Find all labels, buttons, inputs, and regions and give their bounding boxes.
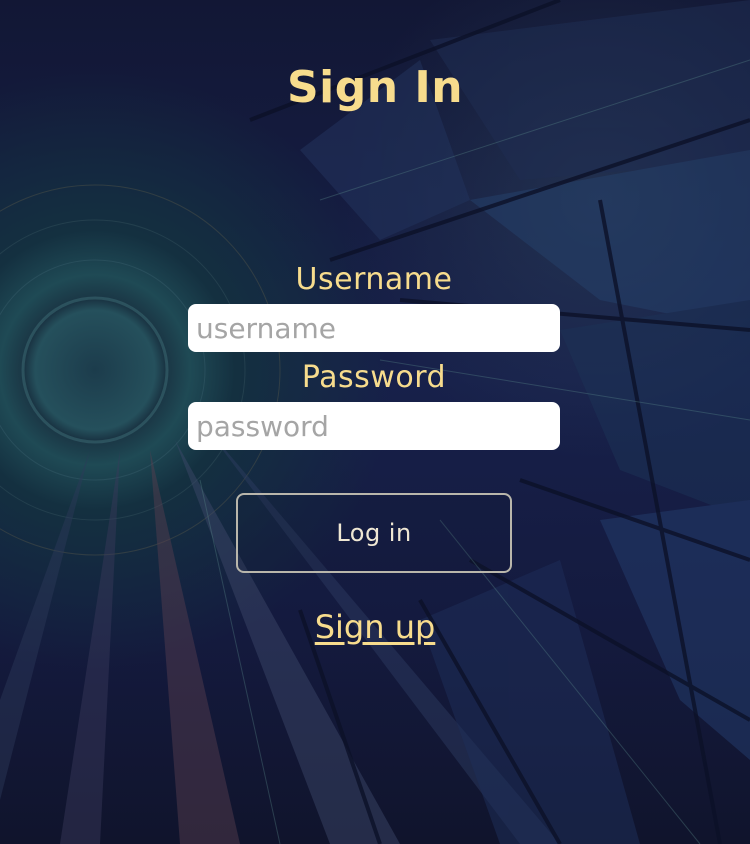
signup-container: Sign up bbox=[0, 608, 750, 646]
username-input[interactable] bbox=[188, 304, 560, 352]
form-spacer bbox=[188, 352, 560, 360]
username-label: Username bbox=[295, 262, 453, 297]
login-form: Username Password bbox=[188, 262, 560, 450]
login-button[interactable]: Log in bbox=[236, 493, 512, 573]
password-label: Password bbox=[301, 360, 447, 395]
page-title: Sign In bbox=[286, 62, 464, 113]
password-input[interactable] bbox=[188, 402, 560, 450]
signup-link[interactable]: Sign up bbox=[315, 608, 436, 646]
